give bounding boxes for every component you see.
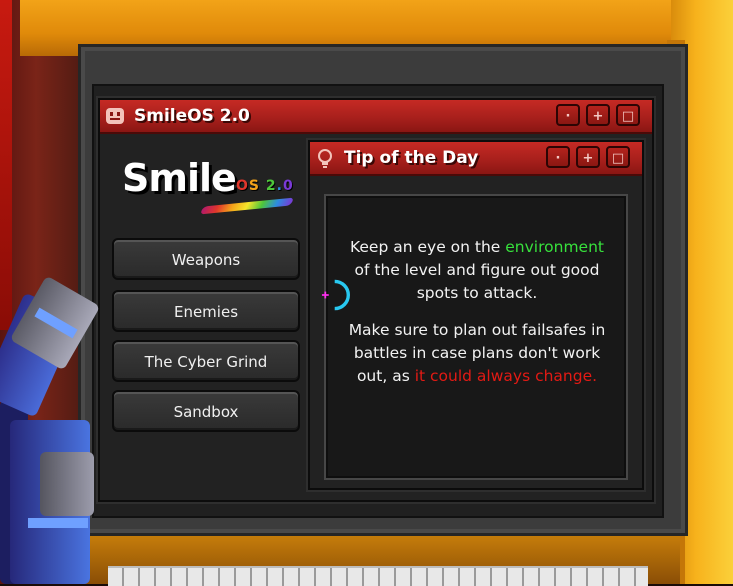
- tip-p2-highlight: it could always change.: [414, 367, 598, 385]
- minimize-icon: ·: [555, 151, 561, 166]
- minimize-icon: ·: [565, 109, 571, 124]
- maximize-button[interactable]: +: [586, 104, 610, 126]
- logo-version: OS 2.0: [236, 178, 294, 194]
- tip-titlebar[interactable]: Tip of the Day · + □: [310, 142, 642, 176]
- tip-minimize-button[interactable]: ·: [546, 146, 570, 168]
- tip-text: Keep an eye on the environment of the le…: [342, 236, 612, 388]
- tip-p1-highlight: environment: [505, 238, 604, 256]
- sandbox-button[interactable]: Sandbox: [112, 390, 300, 432]
- logo-word: Smile: [122, 156, 237, 200]
- plus-icon: +: [592, 109, 604, 124]
- close-button[interactable]: □: [616, 104, 640, 126]
- square-icon: □: [621, 109, 635, 124]
- tip-p1-before: Keep an eye on the: [350, 238, 501, 256]
- smiley-icon: [104, 105, 126, 127]
- smileos-titlebar[interactable]: SmileOS 2.0 · + □: [100, 100, 652, 134]
- plus-icon: +: [582, 151, 594, 166]
- red-light-strip: [0, 0, 12, 330]
- enemies-button[interactable]: Enemies: [112, 290, 300, 332]
- tip-p1-after: of the level and figure out good spots t…: [354, 261, 600, 302]
- tip-of-the-day-window: Tip of the Day · + □ Keep an eye on the …: [308, 140, 644, 490]
- tip-paragraph-1: Keep an eye on the environment of the le…: [342, 236, 612, 305]
- tip-window-title: Tip of the Day: [344, 148, 479, 168]
- tip-maximize-button[interactable]: +: [576, 146, 600, 168]
- tip-panel: Keep an eye on the environment of the le…: [324, 194, 628, 480]
- terminal-keyboard: [108, 566, 648, 586]
- crosshair-icon: [321, 279, 350, 311]
- lightbulb-icon: [314, 147, 336, 169]
- weapons-button[interactable]: Weapons: [112, 238, 300, 280]
- tip-paragraph-2: Make sure to plan out failsafes in battl…: [342, 319, 612, 388]
- smileos-window-title: SmileOS 2.0: [134, 106, 250, 126]
- minimize-button[interactable]: ·: [556, 104, 580, 126]
- logo-rainbow-swoosh: [199, 197, 295, 215]
- tip-close-button[interactable]: □: [606, 146, 630, 168]
- square-icon: □: [611, 151, 625, 166]
- cyber-grind-button[interactable]: The Cyber Grind: [112, 340, 300, 382]
- tip-window-body: Keep an eye on the environment of the le…: [310, 176, 642, 488]
